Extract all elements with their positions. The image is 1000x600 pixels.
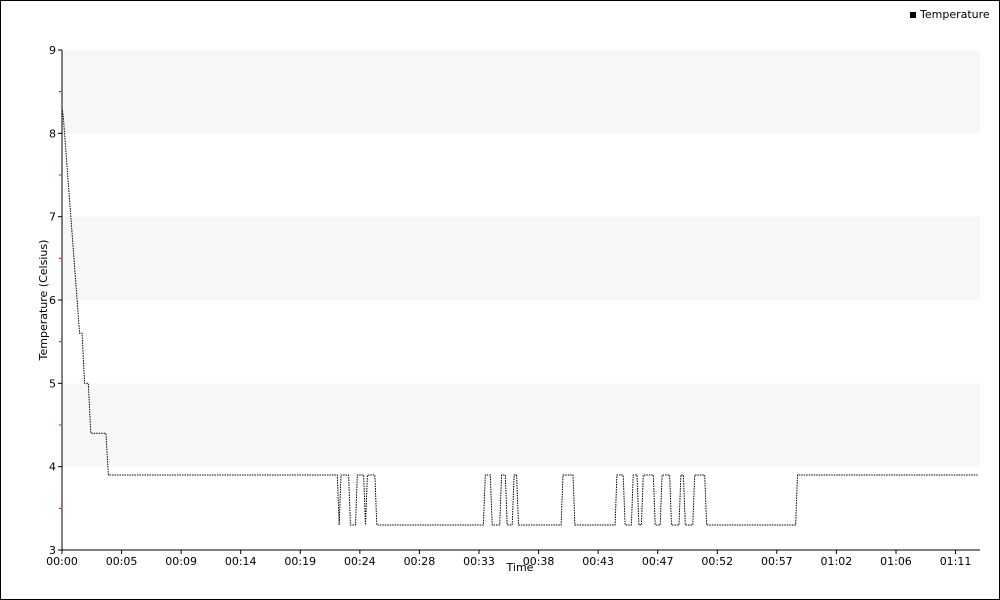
temperature-chart: 3456789 00:00 00:05 00:09 00:14 00:19 00:24 00… [37,8,990,574]
x-tick-label: 00:19 [284,555,316,568]
y-tick-label: 9 [49,44,56,57]
x-tick-label: 00:14 [225,555,257,568]
grid-band [62,50,980,134]
x-tick-label: 01:06 [880,555,912,568]
x-tick-label: 00:57 [761,555,793,568]
x-axis-label: Time [506,561,534,574]
x-tick-label: 01:11 [940,555,972,568]
legend[interactable]: Temperature [910,8,990,21]
grid-band [62,383,980,467]
y-tick-label: 6 [49,294,56,307]
y-axis-label: Temperature (Celsius) [37,240,50,362]
grid-bands [62,50,980,467]
x-tick-label: 00:47 [642,555,674,568]
x-tick-label: 00:00 [46,555,78,568]
y-tick-label: 7 [49,211,56,224]
x-tick-label: 00:28 [404,555,436,568]
y-tick-label: 8 [49,127,56,140]
grid-band [62,216,980,300]
y-tick-label: 4 [49,461,56,474]
x-tick-label: 00:52 [701,555,733,568]
x-tick-label: 00:33 [463,555,495,568]
x-tick-label: 00:24 [344,555,376,568]
x-tick-label: 00:43 [582,555,614,568]
y-tick-label: 5 [49,377,56,390]
x-tick-label: 00:05 [106,555,138,568]
legend-swatch [910,12,916,18]
x-tick-label: 00:09 [165,555,197,568]
legend-label: Temperature [919,8,990,21]
x-tick-label: 01:02 [821,555,853,568]
y-axis-ticks: 3456789 [49,44,62,557]
